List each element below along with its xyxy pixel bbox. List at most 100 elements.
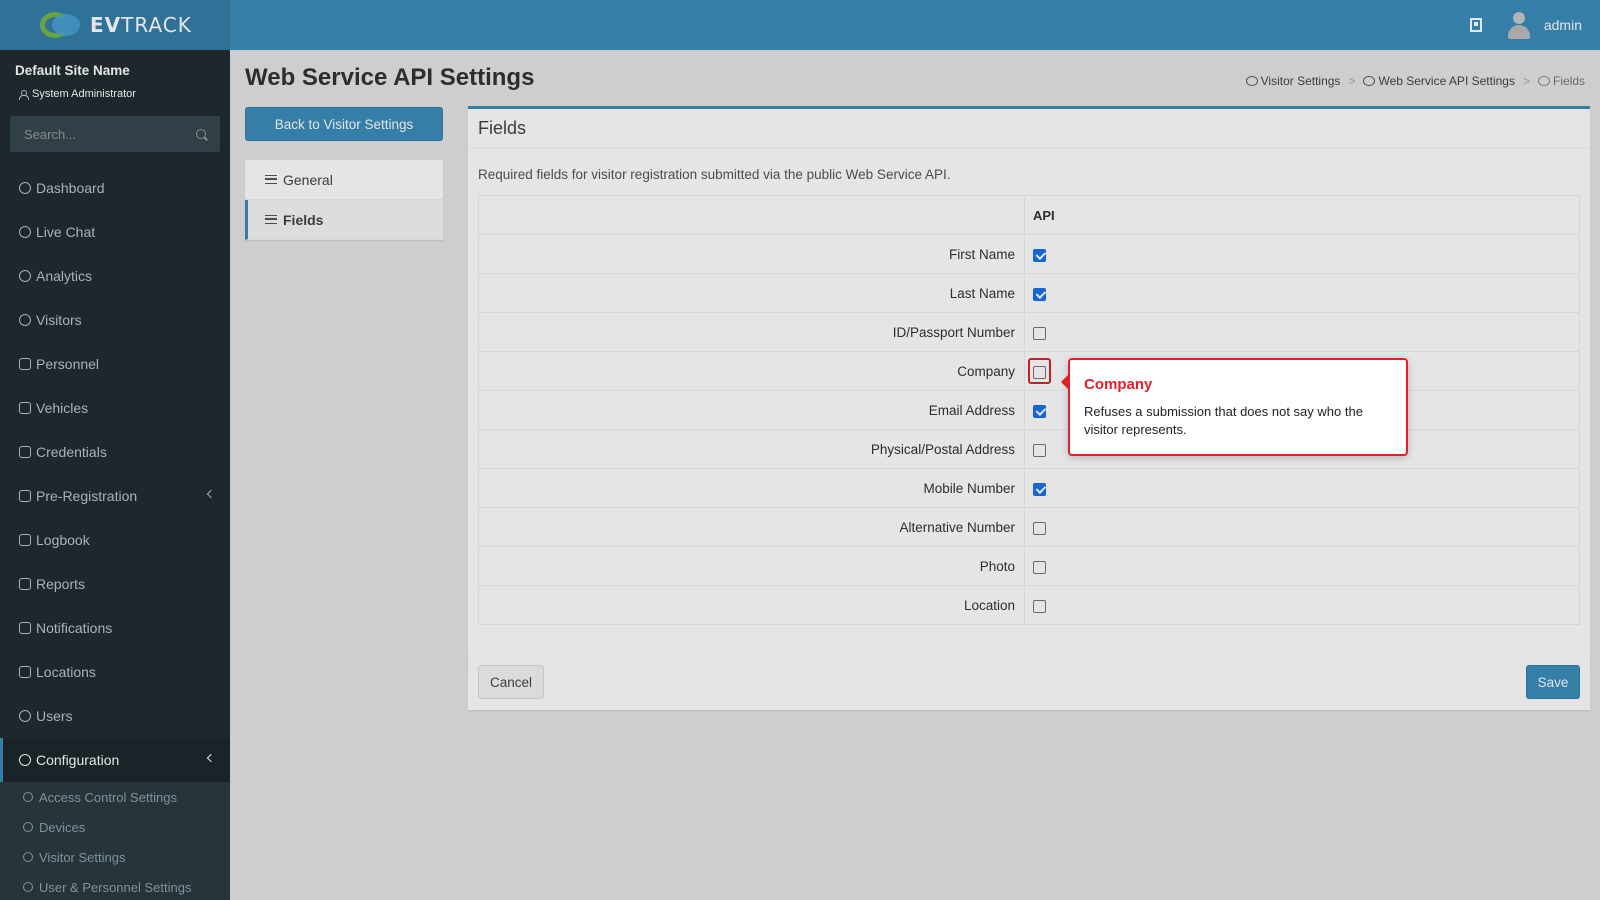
nav-item-general[interactable]: General xyxy=(245,160,443,200)
nav-item-label: Fields xyxy=(283,211,324,228)
breadcrumb-label: Visitor Settings xyxy=(1260,74,1341,88)
save-button[interactable]: Save xyxy=(1526,665,1580,699)
back-to-visitor-settings-button[interactable]: Back to Visitor Settings xyxy=(245,107,443,141)
sidebar-menu: Dashboard Live Chat Analytics Visitors P… xyxy=(0,166,230,900)
panel-description: Required fields for visitor registration… xyxy=(478,167,951,182)
form-actions: Cancel Save xyxy=(468,654,1590,710)
alternative-number-checkbox[interactable] xyxy=(1033,521,1046,535)
user-settings-icon xyxy=(23,882,33,892)
sidebar-item-label: Visitors xyxy=(36,312,82,328)
sidebar-item-label: Notifications xyxy=(36,620,113,636)
checklist-icon xyxy=(265,215,277,224)
gear-icon xyxy=(1537,76,1550,86)
table-row: Alternative Number xyxy=(478,507,1580,547)
sidebar-item-live-chat[interactable]: Live Chat xyxy=(0,210,230,254)
site-name: Default Site Name xyxy=(15,63,130,78)
sidebar-subitem-visitor-settings[interactable]: Visitor Settings xyxy=(0,842,230,872)
location-checkbox[interactable] xyxy=(1033,599,1046,613)
sidebar-item-vehicles[interactable]: Vehicles xyxy=(0,386,230,430)
sidebar-subitem-label: Visitor Settings xyxy=(39,849,126,865)
table-row: Physical/Postal Address xyxy=(478,429,1580,469)
field-label: ID/Passport Number xyxy=(478,312,1025,352)
sidebar-subitem-label: User & Personnel Settings xyxy=(39,879,192,895)
chart-icon xyxy=(19,578,31,590)
mobile-number-checkbox[interactable] xyxy=(1033,482,1046,496)
table-row: Last Name xyxy=(478,273,1580,313)
table-row: ID/Passport Number xyxy=(478,312,1580,352)
sidebar-item-personnel[interactable]: Personnel xyxy=(0,342,230,386)
table-row: Email Address xyxy=(478,390,1580,430)
sidebar-subitem-access-control-settings[interactable]: Access Control Settings xyxy=(0,782,230,812)
cancel-button[interactable]: Cancel xyxy=(478,665,544,699)
logo-text: EVTRACK xyxy=(90,13,192,37)
table-header-empty xyxy=(478,195,1025,235)
field-label: Location xyxy=(478,585,1025,625)
company-checkbox[interactable] xyxy=(1033,365,1046,379)
sidebar-item-users[interactable]: Users xyxy=(0,694,230,738)
field-label: Last Name xyxy=(478,273,1025,313)
target-icon xyxy=(19,270,31,282)
nav-item-label: General xyxy=(283,171,333,188)
configuration-submenu: Access Control Settings Devices Visitor … xyxy=(0,782,230,900)
sidebar-item-notifications[interactable]: Notifications xyxy=(0,606,230,650)
column-header-api: API xyxy=(1024,195,1580,235)
arrows-icon xyxy=(19,490,31,502)
sidebar-search xyxy=(10,116,220,152)
physical-postal-address-checkbox[interactable] xyxy=(1033,443,1046,457)
sidebar-item-label: Dashboard xyxy=(36,180,105,196)
lock-icon xyxy=(23,792,33,802)
email-address-checkbox[interactable] xyxy=(1033,404,1046,418)
eye-icon xyxy=(19,314,31,326)
sliders-icon xyxy=(265,175,277,184)
sidebar-item-visitors[interactable]: Visitors xyxy=(0,298,230,342)
field-label: Photo xyxy=(478,546,1025,586)
people-icon xyxy=(19,358,31,370)
chat-icon xyxy=(19,622,31,634)
sidebar-item-label: Pre-Registration xyxy=(36,488,138,504)
search-input[interactable] xyxy=(24,126,184,142)
sidebar-item-pre-registration[interactable]: Pre-Registration xyxy=(0,474,230,518)
sidebar-item-label: Credentials xyxy=(36,444,107,460)
page-title: Web Service API Settings xyxy=(245,64,535,91)
photo-checkbox[interactable] xyxy=(1033,560,1046,574)
first-name-checkbox[interactable] xyxy=(1033,248,1046,262)
search-icon[interactable] xyxy=(196,129,206,139)
user-icon xyxy=(19,710,31,722)
tooltip-title: Company xyxy=(1084,376,1153,393)
tooltip-body: Refuses a submission that does not say w… xyxy=(1084,404,1363,437)
sidebar-item-credentials[interactable]: Credentials xyxy=(0,430,230,474)
sidebar-item-dashboard[interactable]: Dashboard xyxy=(0,166,230,210)
sidebar-item-analytics[interactable]: Analytics xyxy=(0,254,230,298)
sidebar-item-logbook[interactable]: Logbook xyxy=(0,518,230,562)
user-role-label: System Administrator xyxy=(32,88,136,100)
app-logo[interactable]: EVTRACK xyxy=(0,0,230,50)
user-menu[interactable]: admin xyxy=(1506,10,1582,40)
sidebar-item-locations[interactable]: Locations xyxy=(0,650,230,694)
last-name-checkbox[interactable] xyxy=(1033,287,1046,301)
field-label: First Name xyxy=(478,234,1025,274)
dashboard-icon xyxy=(19,182,31,194)
breadcrumb-web-service-api-settings[interactable]: Web Service API Settings xyxy=(1363,74,1515,88)
chevron-left-icon xyxy=(206,489,216,499)
sidebar-item-label: Live Chat xyxy=(36,224,96,240)
panel-title: Fields xyxy=(468,109,1590,149)
field-label: Physical/Postal Address xyxy=(478,429,1025,469)
sidebar-item-configuration[interactable]: Configuration xyxy=(0,738,230,782)
breadcrumb: Visitor Settings > Web Service API Setti… xyxy=(1245,74,1585,88)
nav-item-fields[interactable]: Fields xyxy=(245,200,443,240)
building-icon[interactable] xyxy=(1469,18,1482,32)
highlight-frame xyxy=(1028,358,1051,384)
badge-icon xyxy=(19,446,31,458)
id-passport-number-checkbox[interactable] xyxy=(1033,326,1046,340)
company-tooltip: Company Refuses a submission that does n… xyxy=(1061,358,1408,456)
field-label: Email Address xyxy=(478,390,1025,430)
sidebar-item-reports[interactable]: Reports xyxy=(0,562,230,606)
sidebar-subitem-label: Access Control Settings xyxy=(39,789,178,805)
sidebar-subitem-devices[interactable]: Devices xyxy=(0,812,230,842)
settings-nav: General Fields xyxy=(245,160,443,240)
breadcrumb-separator: > xyxy=(1348,74,1356,88)
sidebar-subitem-label: Devices xyxy=(39,819,86,835)
breadcrumb-visitor-settings[interactable]: Visitor Settings xyxy=(1245,74,1341,88)
sidebar-subitem-user-personnel-settings[interactable]: User & Personnel Settings xyxy=(0,872,230,900)
table-header-row: API xyxy=(478,195,1580,235)
